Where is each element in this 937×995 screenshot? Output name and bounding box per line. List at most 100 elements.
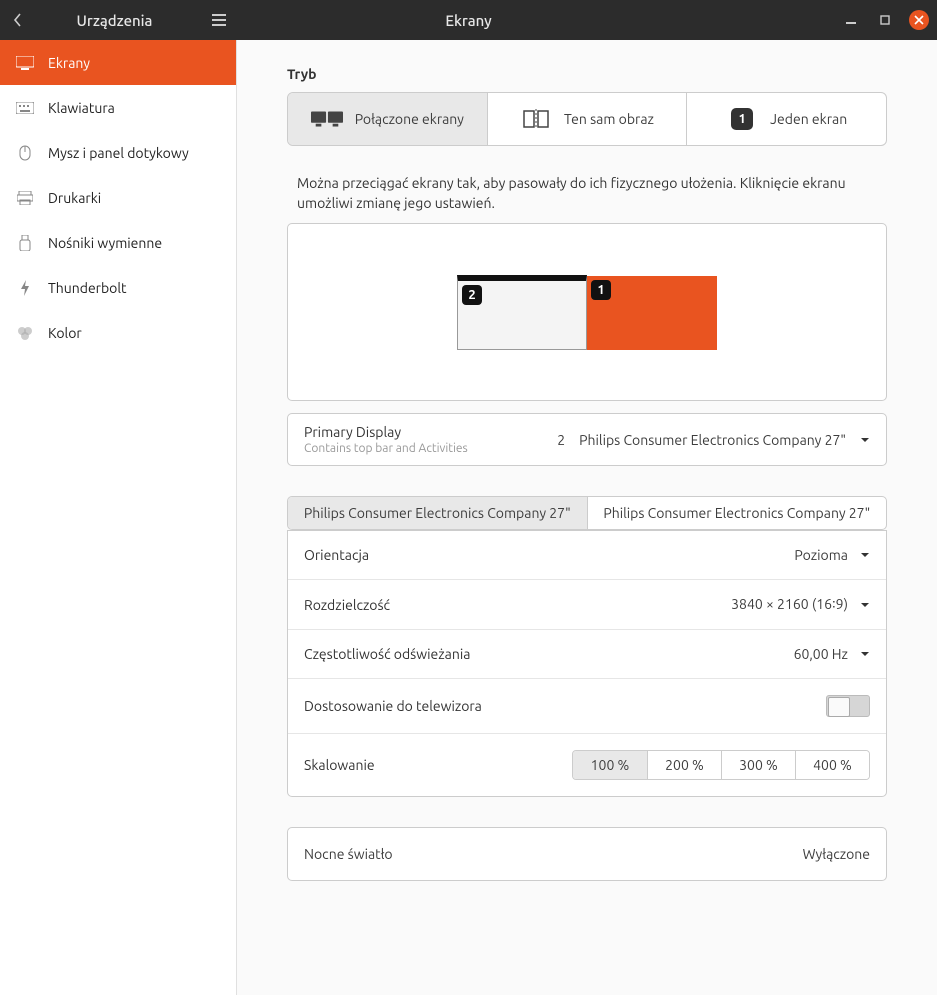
- night-light-value: Wyłączone: [803, 846, 870, 862]
- sidebar-item-thunderbolt[interactable]: Thunderbolt: [0, 265, 236, 310]
- primary-display-number: 2: [557, 432, 565, 448]
- display-tab-label: Philips Consumer Electronics Company 27": [304, 505, 571, 521]
- scale-label: 200 %: [665, 757, 704, 773]
- mode-section-label: Tryb: [287, 66, 887, 82]
- scale-300-button[interactable]: 300 %: [721, 751, 795, 779]
- hamburger-icon: [212, 14, 226, 26]
- join-displays-icon: [311, 109, 343, 129]
- sidebar-item-removable-media[interactable]: Nośniki wymienne: [0, 220, 236, 265]
- sidebar-item-label: Nośniki wymienne: [48, 235, 162, 251]
- sidebar-item-label: Kolor: [48, 325, 82, 341]
- minimize-button[interactable]: [841, 10, 861, 30]
- tv-label: Dostosowanie do telewizora: [304, 698, 482, 714]
- scale-400-button[interactable]: 400 %: [795, 751, 869, 779]
- hamburger-menu-button[interactable]: [201, 0, 237, 40]
- scaling-toggle: 100 % 200 % 300 % 400 %: [572, 750, 870, 780]
- refresh-label: Częstotliwość odświeżania: [304, 646, 470, 662]
- scale-label: 400 %: [813, 757, 852, 773]
- sidebar-item-label: Mysz i panel dotykowy: [48, 145, 189, 161]
- primary-display-card: Primary Display Contains top bar and Act…: [287, 413, 887, 466]
- scale-200-button[interactable]: 200 %: [647, 751, 721, 779]
- mode-label: Połączone ekrany: [355, 111, 464, 127]
- night-light-row[interactable]: Nocne światło Wyłączone: [288, 828, 886, 880]
- primary-display-title: Primary Display: [304, 424, 468, 440]
- display-tab-1[interactable]: Philips Consumer Electronics Company 27": [288, 497, 587, 529]
- chevron-left-icon: [13, 13, 23, 27]
- usb-icon: [16, 235, 34, 251]
- chevron-down-icon: [860, 435, 870, 445]
- sidebar-item-keyboard[interactable]: Klawiatura: [0, 85, 236, 130]
- orientation-label: Orientacja: [304, 547, 369, 563]
- orientation-value: Pozioma: [794, 547, 848, 563]
- monitor-badge: 2: [462, 285, 482, 305]
- orientation-selector[interactable]: Pozioma: [794, 547, 870, 563]
- display-arrangement-area[interactable]: 2 1: [287, 223, 887, 401]
- thunderbolt-icon: [16, 280, 34, 296]
- mode-label: Jeden ekran: [770, 111, 847, 127]
- sidebar-item-color[interactable]: Kolor: [0, 310, 236, 355]
- close-button[interactable]: [909, 10, 929, 30]
- monitors-container: 2 1: [457, 275, 717, 350]
- monitor-badge: 1: [591, 280, 611, 300]
- sidebar-header-title: Urządzenia: [36, 12, 201, 29]
- resolution-selector[interactable]: 3840 × 2160 (16∶9): [731, 596, 870, 613]
- monitor-icon: [16, 56, 34, 70]
- tv-adjustment-row: Dostosowanie do telewizora: [288, 678, 886, 733]
- primary-display-label-group: Primary Display Contains top bar and Act…: [304, 424, 468, 455]
- maximize-button[interactable]: [875, 10, 895, 30]
- printer-icon: [16, 191, 34, 205]
- orientation-row[interactable]: Orientacja Pozioma: [288, 530, 886, 579]
- refresh-selector[interactable]: 60,00 Hz: [794, 646, 870, 662]
- night-light-card: Nocne światło Wyłączone: [287, 827, 887, 881]
- sidebar-item-displays[interactable]: Ekrany: [0, 40, 236, 85]
- primary-display-name: Philips Consumer Electronics Company 27": [579, 432, 846, 448]
- scale-label: 300 %: [739, 757, 778, 773]
- mode-join-displays-button[interactable]: Połączone ekrany: [288, 93, 487, 145]
- keyboard-icon: [16, 102, 34, 114]
- monitor-2[interactable]: 2: [457, 275, 587, 350]
- sidebar-item-label: Klawiatura: [48, 100, 115, 116]
- primary-display-selector[interactable]: 2 Philips Consumer Electronics Company 2…: [557, 432, 870, 448]
- tv-adjustment-switch[interactable]: [826, 695, 870, 717]
- window-controls: [841, 10, 929, 30]
- display-tab-label: Philips Consumer Electronics Company 27": [603, 505, 870, 521]
- refresh-rate-row[interactable]: Częstotliwość odświeżania 60,00 Hz: [288, 629, 886, 678]
- primary-display-subtitle: Contains top bar and Activities: [304, 442, 468, 455]
- sidebar-item-label: Drukarki: [48, 190, 101, 206]
- monitor-1[interactable]: 1: [587, 276, 717, 350]
- scale-label: 100 %: [591, 757, 630, 773]
- sidebar-item-label: Ekrany: [48, 55, 90, 71]
- display-tab-2[interactable]: Philips Consumer Electronics Company 27": [587, 497, 887, 529]
- primary-display-row[interactable]: Primary Display Contains top bar and Act…: [288, 414, 886, 465]
- chevron-down-icon: [860, 649, 870, 659]
- mode-mirror-button[interactable]: Ten sam obraz: [487, 93, 687, 145]
- titlebar: Urządzenia Ekrany: [0, 0, 937, 40]
- chevron-down-icon: [860, 550, 870, 560]
- resolution-label: Rozdzielczość: [304, 597, 390, 613]
- scale-100-button[interactable]: 100 %: [573, 751, 647, 779]
- resolution-value: 3840 × 2160 (16∶9): [731, 596, 848, 613]
- resolution-row[interactable]: Rozdzielczość 3840 × 2160 (16∶9): [288, 579, 886, 629]
- display-mode-toggle: Połączone ekrany Ten sam obraz 1 Jeden e…: [287, 92, 887, 146]
- night-light-label: Nocne światło: [304, 846, 393, 862]
- refresh-value: 60,00 Hz: [794, 646, 848, 662]
- sidebar: Ekrany Klawiatura Mysz i panel dotykowy …: [0, 40, 237, 995]
- mouse-icon: [16, 145, 34, 161]
- single-display-icon: 1: [726, 108, 758, 130]
- back-button[interactable]: [0, 0, 36, 40]
- chevron-down-icon: [860, 600, 870, 610]
- maximize-icon: [880, 15, 890, 25]
- sidebar-item-mouse[interactable]: Mysz i panel dotykowy: [0, 130, 236, 175]
- display-settings-card: Orientacja Pozioma Rozdzielczość 3840 × …: [287, 530, 887, 797]
- sidebar-item-printers[interactable]: Drukarki: [0, 175, 236, 220]
- color-icon: [16, 326, 34, 340]
- mirror-icon: [520, 109, 552, 129]
- mode-single-display-button[interactable]: 1 Jeden ekran: [686, 93, 886, 145]
- titlebar-left: Urządzenia: [0, 0, 237, 40]
- minimize-icon: [846, 15, 856, 25]
- display-selector-tabs: Philips Consumer Electronics Company 27"…: [287, 496, 887, 530]
- sidebar-item-label: Thunderbolt: [48, 280, 127, 296]
- scaling-label: Skalowanie: [304, 757, 375, 773]
- arrangement-help-text: Można przeciągać ekrany tak, aby pasował…: [297, 174, 877, 213]
- scaling-row: Skalowanie 100 % 200 % 300 % 400 %: [288, 733, 886, 796]
